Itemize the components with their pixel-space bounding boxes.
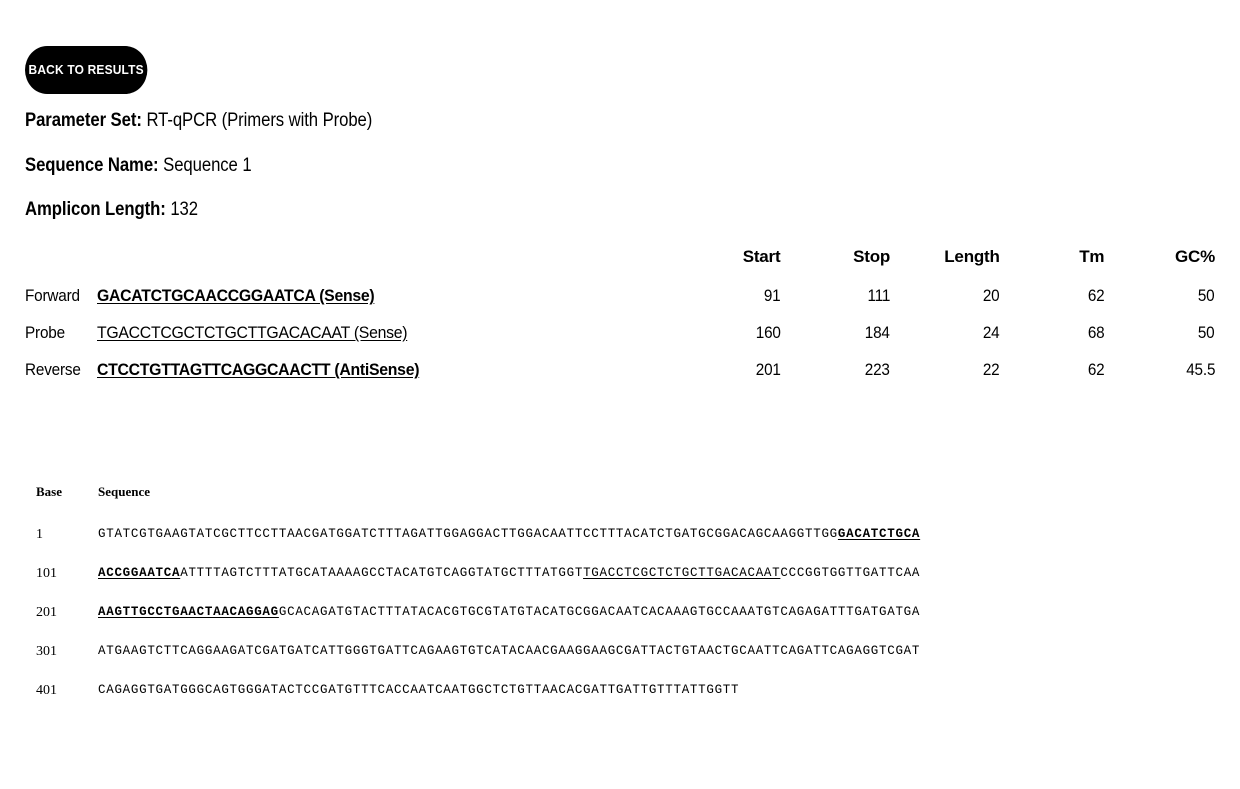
parameter-set-line: Parameter Set: RT-qPCR (Primers with Pro…: [25, 110, 372, 132]
sequence-bases: ATGAAGTCTTCAGGAAGATCGATGATCATTGGGTGATTCA…: [98, 643, 920, 660]
primer-type-text: Reverse: [25, 360, 81, 379]
primer-stop-value-text: 184: [865, 323, 891, 342]
sequence-segment: ATGAAGTCTTCAGGAAGATCGATGATCATTGGGTGATTCA…: [98, 644, 921, 658]
sequence-bases: CAGAGGTGATGGGCAGTGGGATACTCCGATGTTTCACCAA…: [98, 682, 739, 699]
amplicon-length-label: Amplicon Length:: [25, 199, 166, 220]
parameter-set-label: Parameter Set:: [25, 110, 142, 131]
primer-sequence-cell[interactable]: GACATCTGCAACCGGAATCA (Sense): [97, 277, 670, 314]
sequence-row: 101 ACCGGAATCAATTTTAGTCTTTATGCATAAAAGCCTA…: [36, 565, 1216, 604]
probe-binding-site: TGACCTCGCTCTGCTTGACACAAT: [583, 566, 781, 580]
sequence-bases: AAGTTGCCTGAACTAACAGGAGGCACAGATGTACTTTATA…: [98, 604, 920, 621]
column-header-label: [25, 238, 97, 277]
primer-stop-value-text: 223: [865, 360, 891, 379]
sequence-segment: CCCGGTGGTTGATTCAA: [780, 566, 921, 580]
primer-length-value-text: 24: [983, 323, 1000, 342]
primer-binding-site: GACATCTGCA: [837, 527, 921, 541]
primer-length-value: 24: [890, 314, 1000, 351]
primer-type-label: Forward: [25, 277, 97, 314]
sequence-name-value: Sequence 1: [163, 155, 252, 176]
amplicon-length-line: Amplicon Length: 132: [25, 199, 198, 221]
primer-gc-value: 45.5: [1104, 351, 1215, 388]
sequence-segment: GCACAGATGTACTTTATACACGTGCGTATGTACATGCGGA…: [278, 605, 921, 619]
sequence-base-number: 1: [36, 527, 43, 542]
sequence-segment: CAGAGGTGATGGGCAGTGGGATACTCCGATGTTTCACCAA…: [98, 683, 740, 697]
primer-binding-site: ACCGGAATCA: [98, 566, 181, 580]
primer-tm-value: 62: [1000, 277, 1105, 314]
primer-tm-value: 62: [1000, 351, 1105, 388]
primer-stop-value: 184: [780, 314, 890, 351]
primer-stop-value: 223: [780, 351, 890, 388]
sequence-row: 401 CAGAGGTGATGGGCAGTGGGATACTCCGATGTTTCAC…: [36, 682, 1216, 721]
primer-table-row: Forward GACATCTGCAACCGGAATCA (Sense) 91 111…: [25, 277, 1215, 314]
primer-type-label: Probe: [25, 314, 97, 351]
primer-stop-value-text: 111: [867, 286, 891, 305]
primer-start-value: 160: [671, 314, 781, 351]
primer-binding-site: AAGTTGCCTGAACTAACAGGAG: [98, 605, 279, 619]
sequence-listing-header: Base Sequence: [36, 482, 1216, 502]
parameter-set-value: RT-qPCR (Primers with Probe): [146, 110, 373, 131]
primer-gc-value-text: 50: [1198, 286, 1215, 305]
sequence-segment: GTATCGTGAAGTATCGCTTCCTTAACGATGGATCTTTAGA…: [98, 527, 838, 541]
back-to-results-button[interactable]: BACK TO RESULTS: [25, 46, 148, 94]
sequence-base-number: 101: [36, 566, 57, 581]
primer-table-row: Reverse CTCCTGTTAGTTCAGGCAACTT (AntiSense…: [25, 351, 1215, 388]
primer-type-label: Reverse: [25, 351, 97, 388]
primer-start-value-text: 160: [755, 323, 781, 342]
primer-sequence-text[interactable]: GACATCTGCAACCGGAATCA (Sense): [97, 277, 375, 314]
primer-stop-value: 111: [780, 277, 890, 314]
primer-tm-value-text: 62: [1087, 360, 1105, 379]
primer-table-header-row: Start Stop Length Tm GC%: [25, 238, 1216, 277]
column-header-stop: Stop: [853, 247, 891, 266]
primer-sequence-cell[interactable]: CTCCTGTTAGTTCAGGCAACTT (AntiSense): [97, 351, 670, 388]
sequence-base-number: 201: [36, 605, 57, 620]
primer-tm-value-text: 68: [1087, 323, 1105, 342]
primer-sequence-cell[interactable]: TGACCTCGCTCTGCTTGACACAAT (Sense): [97, 314, 670, 351]
sequence-header-sequence: Sequence: [98, 484, 150, 499]
primer-tm-value-text: 62: [1087, 286, 1105, 305]
primer-length-value-text: 22: [983, 360, 1000, 379]
sequence-base-number: 401: [36, 683, 57, 698]
column-header-tm: Tm: [1079, 247, 1105, 266]
primer-gc-value: 50: [1104, 314, 1215, 351]
primer-start-value: 201: [671, 351, 781, 388]
column-header-sequence: [97, 238, 670, 277]
primer-sequence-text[interactable]: TGACCTCGCTCTGCTTGACACAAT (Sense): [97, 314, 408, 351]
sequence-name-line: Sequence Name: Sequence 1: [25, 155, 252, 177]
sequence-segment: ATTTTAGTCTTTATGCATAAAAGCCTACATGTCAGGTATG…: [180, 566, 584, 580]
column-header-length: Length: [944, 247, 1000, 266]
primer-start-value-text: 201: [755, 360, 781, 379]
primer-length-value-text: 20: [983, 286, 1000, 305]
primer-type-text: Forward: [25, 286, 80, 305]
primer-start-value-text: 91: [763, 286, 781, 305]
primer-table: Start Stop Length Tm GC% Forward GACATCTG…: [25, 238, 1215, 388]
sequence-row: 1 GTATCGTGAAGTATCGCTTCCTTAACGATGGATCTTTAG…: [36, 526, 1216, 565]
primer-length-value: 20: [890, 277, 1000, 314]
primer-type-text: Probe: [25, 323, 65, 342]
sequence-bases: ACCGGAATCAATTTTAGTCTTTATGCATAAAAGCCTACAT…: [98, 565, 920, 582]
sequence-base-number: 301: [36, 644, 57, 659]
sequence-listing: Base Sequence 1 GTATCGTGAAGTATCGCTTCCTTAAC…: [36, 482, 1216, 721]
primer-gc-value-text: 50: [1198, 323, 1215, 342]
primer-gc-value: 50: [1104, 277, 1215, 314]
primer-result-page: BACK TO RESULTS Parameter Set: RT-qPCR (…: [0, 0, 1240, 789]
primer-gc-value-text: 45.5: [1185, 360, 1215, 379]
amplicon-length-value: 132: [170, 199, 198, 220]
sequence-bases: GTATCGTGAAGTATCGCTTCCTTAACGATGGATCTTTAGA…: [98, 526, 920, 543]
sequence-row: 201 AAGTTGCCTGAACTAACAGGAGGCACAGATGTACTTT…: [36, 604, 1216, 643]
sequence-row: 301 ATGAAGTCTTCAGGAAGATCGATGATCATTGGGTGAT…: [36, 643, 1216, 682]
column-header-gc: GC%: [1174, 247, 1215, 266]
primer-start-value: 91: [671, 277, 781, 314]
column-header-start: Start: [742, 247, 781, 266]
sequence-name-label: Sequence Name:: [25, 155, 159, 176]
primer-table-row: Probe TGACCTCGCTCTGCTTGACACAAT (Sense) 160…: [25, 314, 1215, 351]
primer-tm-value: 68: [1000, 314, 1105, 351]
primer-sequence-text[interactable]: CTCCTGTTAGTTCAGGCAACTT (AntiSense): [97, 351, 419, 388]
primer-length-value: 22: [890, 351, 1000, 388]
sequence-header-base: Base: [36, 484, 62, 499]
